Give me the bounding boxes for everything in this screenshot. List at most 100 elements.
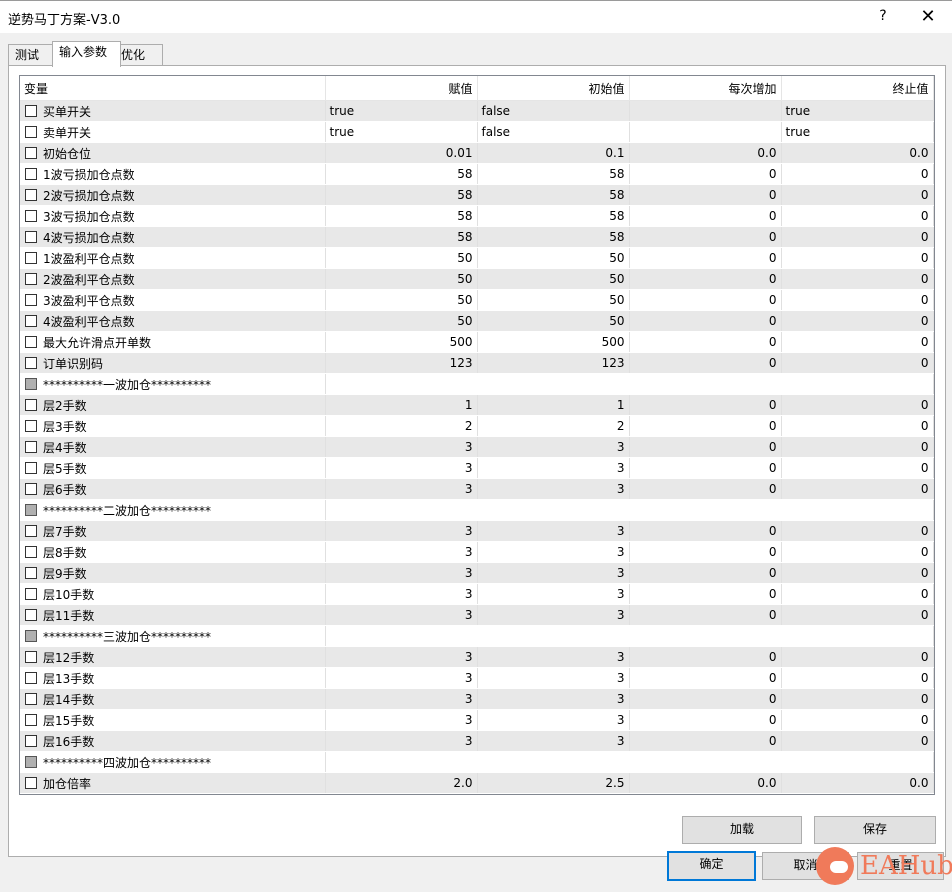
- step-cell[interactable]: 0: [629, 247, 782, 269]
- step-cell[interactable]: [629, 100, 782, 122]
- value-cell[interactable]: 3: [325, 604, 478, 626]
- start-cell[interactable]: 58: [477, 226, 630, 248]
- optimize-checkbox[interactable]: [25, 146, 37, 159]
- start-cell[interactable]: 58: [477, 205, 630, 227]
- tab-optimize[interactable]: 优化: [114, 44, 163, 66]
- optimize-checkbox[interactable]: [25, 587, 37, 600]
- start-cell[interactable]: 3: [477, 604, 630, 626]
- optimize-checkbox[interactable]: [25, 272, 37, 285]
- group-separator-row[interactable]: **********三波加仓**********: [20, 625, 934, 647]
- optimize-checkbox[interactable]: [25, 650, 37, 663]
- start-cell[interactable]: 50: [477, 310, 630, 332]
- stop-cell[interactable]: 0: [781, 478, 934, 500]
- value-cell[interactable]: 2: [325, 415, 478, 437]
- parameter-row[interactable]: 1波亏损加仓点数 58 58 0 0: [20, 163, 934, 185]
- stop-cell[interactable]: 0: [781, 310, 934, 332]
- parameter-row[interactable]: 层7手数 3 3 0 0: [20, 520, 934, 542]
- parameter-row[interactable]: 层3手数 2 2 0 0: [20, 415, 934, 437]
- start-cell[interactable]: 3: [477, 562, 630, 584]
- step-cell[interactable]: 0: [629, 730, 782, 752]
- step-cell[interactable]: 0: [629, 436, 782, 458]
- start-cell[interactable]: false: [477, 121, 630, 143]
- value-cell[interactable]: 3: [325, 709, 478, 731]
- parameter-row[interactable]: 订单识别码 123 123 0 0: [20, 352, 934, 374]
- parameter-row[interactable]: 最大允许滑点开单数 500 500 0 0: [20, 331, 934, 353]
- value-cell[interactable]: 500: [325, 331, 478, 353]
- step-cell[interactable]: 0: [629, 310, 782, 332]
- value-cell[interactable]: 3: [325, 667, 478, 689]
- optimize-checkbox[interactable]: [25, 629, 37, 642]
- parameter-row[interactable]: 1波盈利平仓点数 50 50 0 0: [20, 247, 934, 269]
- parameter-row[interactable]: 2波亏损加仓点数 58 58 0 0: [20, 184, 934, 206]
- stop-cell[interactable]: 0: [781, 667, 934, 689]
- stop-cell[interactable]: 0: [781, 604, 934, 626]
- step-cell[interactable]: 0: [629, 226, 782, 248]
- value-cell[interactable]: 1: [325, 394, 478, 416]
- stop-cell[interactable]: 0: [781, 730, 934, 752]
- step-cell[interactable]: 0: [629, 604, 782, 626]
- stop-cell[interactable]: 0: [781, 352, 934, 374]
- parameter-row[interactable]: 层11手数 3 3 0 0: [20, 604, 934, 626]
- value-cell[interactable]: 3: [325, 457, 478, 479]
- value-cell[interactable]: 2.0: [325, 772, 478, 794]
- step-cell[interactable]: 0: [629, 415, 782, 437]
- step-cell[interactable]: 0: [629, 583, 782, 605]
- help-icon[interactable]: ?: [876, 8, 890, 24]
- stop-cell[interactable]: 0: [781, 331, 934, 353]
- start-cell[interactable]: 3: [477, 457, 630, 479]
- stop-cell[interactable]: 0: [781, 268, 934, 290]
- optimize-checkbox[interactable]: [25, 188, 37, 201]
- step-cell[interactable]: 0: [629, 478, 782, 500]
- tab-test[interactable]: 测试: [8, 44, 53, 66]
- step-cell[interactable]: 0: [629, 562, 782, 584]
- stop-cell[interactable]: 0.0: [781, 772, 934, 794]
- step-cell[interactable]: 0: [629, 394, 782, 416]
- start-cell[interactable]: 3: [477, 583, 630, 605]
- stop-cell[interactable]: 0: [781, 394, 934, 416]
- group-separator-row[interactable]: **********二波加仓**********: [20, 499, 934, 521]
- step-cell[interactable]: 0: [629, 331, 782, 353]
- parameter-row[interactable]: 4波亏损加仓点数 58 58 0 0: [20, 226, 934, 248]
- parameter-row[interactable]: 层8手数 3 3 0 0: [20, 541, 934, 563]
- group-separator-row[interactable]: **********一波加仓**********: [20, 373, 934, 395]
- value-cell[interactable]: 3: [325, 688, 478, 710]
- stop-cell[interactable]: 0: [781, 289, 934, 311]
- ok-button[interactable]: 确定: [667, 851, 756, 881]
- start-cell[interactable]: 58: [477, 184, 630, 206]
- stop-cell[interactable]: 0: [781, 226, 934, 248]
- start-cell[interactable]: 58: [477, 163, 630, 185]
- step-cell[interactable]: 0: [629, 289, 782, 311]
- column-header-value[interactable]: 赋值: [325, 76, 478, 101]
- value-cell[interactable]: 58: [325, 226, 478, 248]
- step-cell[interactable]: 0: [629, 667, 782, 689]
- parameter-row[interactable]: 卖单开关 true false true: [20, 121, 934, 143]
- optimize-checkbox[interactable]: [25, 293, 37, 306]
- stop-cell[interactable]: 0: [781, 541, 934, 563]
- step-cell[interactable]: 0: [629, 184, 782, 206]
- value-cell[interactable]: 58: [325, 205, 478, 227]
- parameter-row[interactable]: 层13手数 3 3 0 0: [20, 667, 934, 689]
- optimize-checkbox[interactable]: [25, 503, 37, 516]
- step-cell[interactable]: 0: [629, 541, 782, 563]
- parameter-row[interactable]: 加仓倍率 2.0 2.5 0.0 0.0: [20, 772, 934, 794]
- parameter-row[interactable]: 层9手数 3 3 0 0: [20, 562, 934, 584]
- start-cell[interactable]: 3: [477, 520, 630, 542]
- optimize-checkbox[interactable]: [25, 251, 37, 264]
- stop-cell[interactable]: 0: [781, 646, 934, 668]
- optimize-checkbox[interactable]: [25, 440, 37, 453]
- value-cell[interactable]: 3: [325, 478, 478, 500]
- parameter-row[interactable]: 层12手数 3 3 0 0: [20, 646, 934, 668]
- optimize-checkbox[interactable]: [25, 335, 37, 348]
- tab-inputs[interactable]: 输入参数: [52, 41, 121, 67]
- optimize-checkbox[interactable]: [25, 377, 37, 390]
- stop-cell[interactable]: 0: [781, 205, 934, 227]
- value-cell[interactable]: 58: [325, 184, 478, 206]
- stop-cell[interactable]: 0.0: [781, 142, 934, 164]
- value-cell[interactable]: 50: [325, 268, 478, 290]
- value-cell[interactable]: 3: [325, 583, 478, 605]
- step-cell[interactable]: 0: [629, 268, 782, 290]
- optimize-checkbox[interactable]: [25, 755, 37, 768]
- step-cell[interactable]: 0: [629, 520, 782, 542]
- optimize-checkbox[interactable]: [25, 314, 37, 327]
- stop-cell[interactable]: 0: [781, 415, 934, 437]
